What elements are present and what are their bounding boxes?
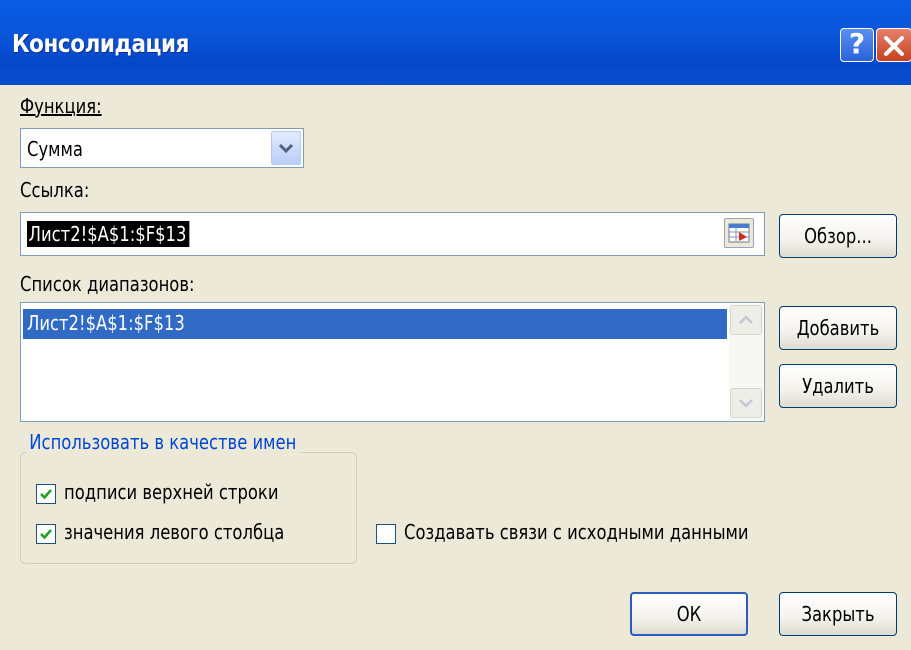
vertical-scrollbar[interactable] [729, 304, 763, 420]
ranges-label: Список диапазонов: [20, 272, 195, 296]
browse-button[interactable]: Обзор... [779, 214, 897, 258]
function-label-text: Функция: [20, 94, 102, 118]
function-select[interactable]: Сумма [20, 128, 304, 168]
title-bar: Консолидация ? [0, 0, 911, 85]
add-button[interactable]: Добавить [779, 306, 897, 350]
list-item[interactable]: Лист2!$A$1:$F$13 [23, 309, 727, 339]
chevron-up-icon [739, 315, 753, 324]
reference-value: Лист2!$A$1:$F$13 [27, 221, 190, 247]
delete-button[interactable]: Удалить [779, 364, 897, 408]
create-links-label: Создавать связи с исходными данными [404, 520, 749, 544]
close-button[interactable]: Закрыть [779, 592, 897, 636]
create-links-checkbox[interactable] [376, 524, 396, 544]
range-select-icon [728, 223, 750, 243]
collapse-dialog-button[interactable] [724, 218, 754, 248]
chevron-down-icon [739, 399, 753, 408]
left-column-label: значения левого столбца [64, 520, 285, 544]
checkmark-icon [40, 529, 52, 540]
chevron-down-icon [278, 143, 294, 154]
close-icon [884, 36, 904, 56]
top-row-checkbox[interactable] [36, 484, 56, 504]
use-labels-group [20, 452, 357, 564]
ok-button[interactable]: ОК [630, 592, 748, 636]
function-label: Функция: [20, 94, 102, 118]
ranges-list[interactable]: Лист2!$A$1:$F$13 [20, 302, 765, 422]
help-button[interactable]: ? [840, 27, 874, 62]
dropdown-button[interactable] [271, 131, 301, 165]
scroll-down-button[interactable] [730, 388, 762, 418]
function-selected-value: Сумма [27, 137, 83, 161]
left-column-checkbox[interactable] [36, 524, 56, 544]
scroll-up-button[interactable] [730, 305, 762, 335]
list-item-text: Лист2!$A$1:$F$13 [27, 311, 185, 335]
close-window-button[interactable] [876, 28, 911, 62]
use-labels-legend: Использовать в качестве имен [26, 430, 300, 454]
window-title: Консолидация [12, 29, 190, 58]
reference-input[interactable]: Лист2!$A$1:$F$13 [20, 212, 765, 256]
checkmark-icon [40, 489, 52, 500]
help-icon: ? [848, 27, 866, 60]
top-row-label: подписи верхней строки [64, 480, 279, 504]
reference-label: Ссылка: [20, 178, 90, 202]
